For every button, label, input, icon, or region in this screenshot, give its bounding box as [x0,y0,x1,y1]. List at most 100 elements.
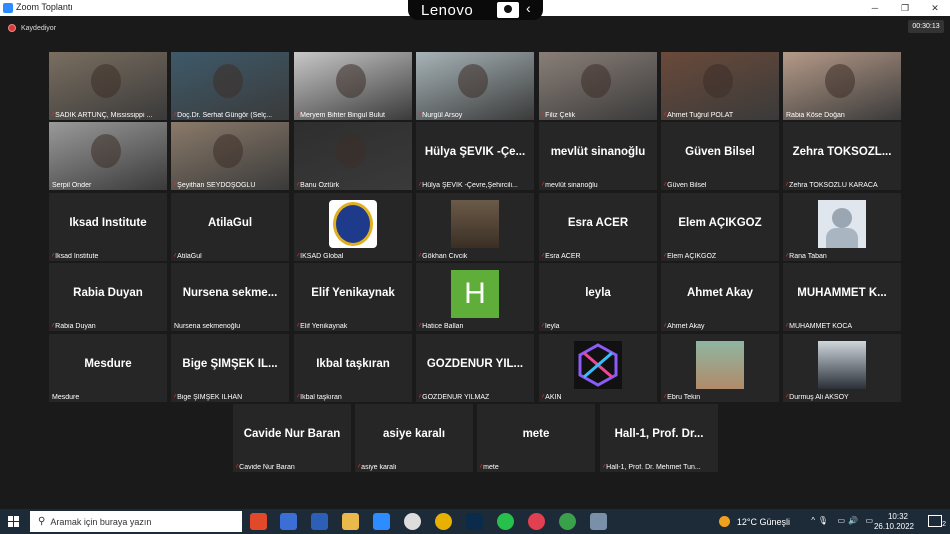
participant-display-name: Cavide Nur Baran [243,428,341,440]
participant-tile[interactable]: Rabia Köse Doğan [783,52,901,120]
participant-tile[interactable]: asiye karalı ⁄ asiye karalı [355,404,473,472]
start-icon[interactable] [8,516,19,527]
participant-video [294,122,412,190]
participant-tile[interactable]: ⁄ Rana Taban [783,193,901,261]
office-app-icon[interactable] [250,513,267,530]
participant-name: Doç.Dr. Serhat Güngör (Selç... [177,112,273,119]
participant-tile[interactable]: ⁄ Ebru Tekin [661,334,779,402]
app-icon[interactable] [280,513,297,530]
person-silhouette [703,64,733,98]
participant-name: MUHAMMET KOCA [789,323,853,330]
chevron-left-icon[interactable]: ‹ [526,0,531,16]
participant-name: Ahmet Tuğrul POLAT [667,112,734,119]
participant-name: Filiz Çelik [545,112,576,119]
muted-microphone-icon: ⁄ [786,253,788,260]
zoom-taskbar-icon[interactable] [373,513,390,530]
battery-icon[interactable]: ▭ [837,516,845,525]
whatsapp-icon[interactable] [497,513,514,530]
participant-tile[interactable]: ⁄ Banu Öztürk [294,122,412,190]
participant-tile[interactable]: Elem AÇIKGÖZ ⁄ Elem AÇIKGÖZ [661,193,779,261]
word-icon[interactable] [311,513,328,530]
participant-name-bar: ⁄ Hülya ŞEVİK -Çevre,Şehircili... [419,182,531,189]
participant-tile[interactable]: mete ⁄ mete [477,404,595,472]
participant-tile[interactable]: Zehra TOKSÖZL... ⁄ Zehra TOKSÖZLÜ KARACA [783,122,901,190]
participant-display-name: Ahmet Akay [686,287,754,299]
participant-tile[interactable]: Güven Bilsel ⁄ Güven Bilsel [661,122,779,190]
participant-tile[interactable]: Bige ŞİMŞEK İL... ⁄ Bige ŞİMŞEK İLHAN [171,334,289,402]
participant-tile[interactable]: MUHAMMET K... ⁄ MUHAMMET KOCA [783,263,901,331]
participant-tile[interactable]: Mesdure Mesdure [49,334,167,402]
calculator-icon[interactable] [590,513,607,530]
muted-microphone-icon: ⁄ [297,112,299,119]
minimize-button[interactable]: ─ [860,0,890,16]
participant-name-bar: ⁄ Şeyithan SEYDOŞOĞLU [174,182,286,189]
participant-tile[interactable]: Ahmet Akay ⁄ Ahmet Akay [661,263,779,331]
participant-tile[interactable]: Iksad Institute ⁄ Iksad Institute [49,193,167,261]
participant-tile[interactable]: ⁄ IKSAD Global [294,193,412,261]
participant-tile[interactable]: Hülya ŞEVİK -Çe... ⁄ Hülya ŞEVİK -Çevre,Şe… [416,122,534,190]
participant-tile[interactable]: mevlüt sinanoğlu ⁄ mevlüt sinanoğlu [539,122,657,190]
notification-icon[interactable] [928,515,942,527]
person-silhouette [91,64,121,98]
clock-time[interactable]: 10:32 [888,512,908,521]
participant-tile[interactable]: H ⁄ Hatice Ballan [416,263,534,331]
app-icon[interactable] [528,513,545,530]
volume-icon[interactable]: 🔊 [848,516,858,525]
participant-tile[interactable]: GÖZDENUR YIL... ⁄ GÖZDENUR YILMAZ [416,334,534,402]
taskbar-search[interactable]: ⚲ Aramak için buraya yazın [30,511,242,532]
participant-tile[interactable]: İkbal taşkıran ⁄ İkbal taşkıran [294,334,412,402]
person-silhouette [581,64,611,98]
restore-button[interactable]: ❐ [890,0,920,16]
participant-name-bar: ⁄ Rabia Duyan [52,323,164,330]
participant-tile[interactable]: ⁄ Gökhan Civcik [416,193,534,261]
participant-name: mete [483,464,499,471]
participant-tile[interactable]: Esra ACER ⁄ Esra ACER [539,193,657,261]
microphone-icon[interactable]: 🎙 [818,516,828,525]
network-icon[interactable]: ▭ [865,516,873,525]
muted-microphone-icon: ⁄ [358,464,360,471]
person-silhouette [458,64,488,98]
participant-tile[interactable]: ⁄ SADIK ARTUNÇ, Mississippi ... [49,52,167,120]
participant-name: Cavide Nur Baran [239,464,295,471]
participant-display-name: mete [522,428,550,440]
participant-tile[interactable]: ⁄ Ahmet Tuğrul POLAT [661,52,779,120]
close-button[interactable]: ✕ [920,0,950,16]
participant-name: Zehra TOKSÖZLÜ KARACA [789,182,878,189]
participant-tile[interactable]: Elif Yenikaynak ⁄ Elif Yenikaynak [294,263,412,331]
app-icon[interactable] [404,513,421,530]
participant-tile[interactable]: Nursena sekme... Nursena sekmenoğlu [171,263,289,331]
muted-microphone-icon: ⁄ [52,112,54,119]
participant-display-name: Elif Yenikaynak [311,287,395,299]
file-explorer-icon[interactable] [342,513,359,530]
clock-date[interactable]: 26.10.2022 [874,522,914,531]
participant-tile[interactable]: ⁄ AKIN [539,334,657,402]
recording-indicator[interactable]: Kaydediyor [8,22,56,34]
participant-tile[interactable]: ⁄ Durmuş Ali AKSOY [783,334,901,402]
participant-tile[interactable]: Hall-1, Prof. Dr... ⁄ Hall-1, Prof. Dr. Me… [600,404,718,472]
weather-text[interactable]: 12°C Güneşli [737,517,790,527]
muted-microphone-icon: ⁄ [542,253,544,260]
participant-tile[interactable]: ⁄ Meryem Bihter Bingul Bulut [294,52,412,120]
participant-video [49,52,167,120]
chrome-icon[interactable] [435,513,452,530]
app-icon[interactable] [559,513,576,530]
participant-name: Rabia Duyan [55,323,96,330]
participant-tile[interactable]: ⁄ Doç.Dr. Serhat Güngör (Selç... [171,52,289,120]
participant-name: asiye karalı [361,464,397,471]
muted-microphone-icon: ⁄ [419,323,421,330]
muted-microphone-icon: ⁄ [52,323,54,330]
participant-tile[interactable]: ⁄ Şeyithan SEYDOŞOĞLU [171,122,289,190]
participant-video [783,52,901,120]
participant-video [171,122,289,190]
participant-tile[interactable]: Rabia Duyan ⁄ Rabia Duyan [49,263,167,331]
camera-icon[interactable] [497,2,519,18]
photoshop-icon[interactable] [466,513,483,530]
participant-tile[interactable]: Serpil Önder [49,122,167,190]
participant-tile[interactable]: ⁄ Nurgül Arsoy [416,52,534,120]
participant-name-bar: ⁄ Güven Bilsel [664,182,776,189]
participant-tile[interactable]: leyla ⁄ leyla [539,263,657,331]
chevron-up-icon[interactable]: ^ [811,516,815,525]
participant-tile[interactable]: ⁄ Filiz Çelik [539,52,657,120]
participant-tile[interactable]: Cavide Nur Baran ⁄ Cavide Nur Baran [233,404,351,472]
participant-tile[interactable]: AtilaGul ⁄ AtilaGul [171,193,289,261]
